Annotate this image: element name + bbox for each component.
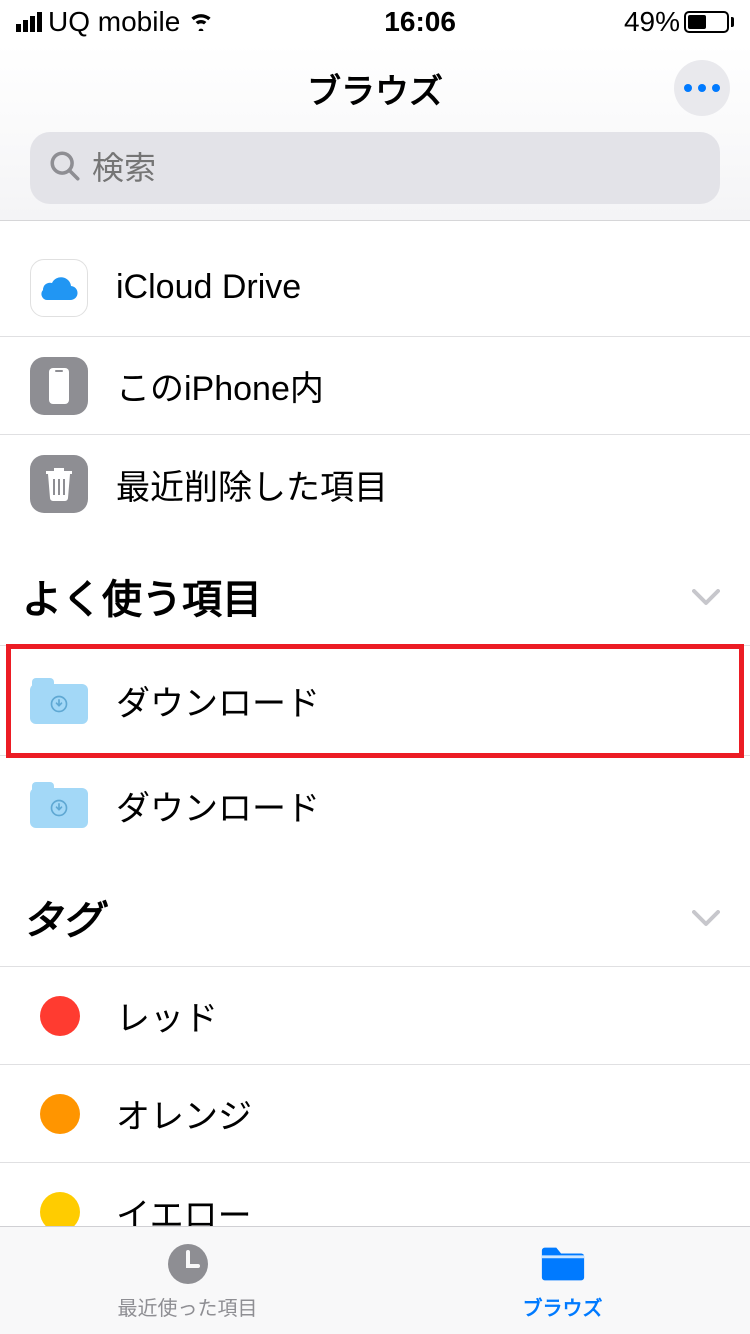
status-right: 49% [624,6,734,38]
tab-label: 最近使った項目 [118,1292,258,1321]
battery-percent: 49% [624,6,680,38]
location-on-iphone[interactable]: このiPhone内 [0,337,750,435]
tag-color-dot [40,1192,80,1226]
location-label: 最近削除した項目 [116,460,388,509]
cellular-signal-icon [16,12,42,32]
header: ブラウズ [0,44,750,221]
page-title: ブラウズ [307,64,443,113]
tag-label: イエロー [116,1188,252,1227]
wifi-icon [186,6,216,38]
status-left: UQ mobile [16,6,216,38]
tag-yellow[interactable]: イエロー [0,1163,750,1226]
tag-orange[interactable]: オレンジ [0,1065,750,1163]
tab-recents[interactable]: 最近使った項目 [0,1227,375,1334]
section-header-favorites[interactable]: よく使う項目 [0,533,750,646]
favorite-downloads[interactable]: ダウンロード [0,646,750,756]
tag-label: レッド [116,991,218,1040]
more-dots-icon [684,84,692,92]
tag-label: オレンジ [116,1089,252,1138]
favorite-label: ダウンロード [116,676,320,725]
folder-download-icon [30,782,88,828]
carrier-label: UQ mobile [48,6,180,38]
tag-color-dot [40,996,80,1036]
chevron-down-icon [692,899,720,936]
battery-icon [684,11,734,33]
section-title: タグ [22,888,102,946]
clock: 16:06 [384,6,456,38]
tag-red[interactable]: レッド [0,967,750,1065]
location-label: このiPhone内 [116,361,324,410]
folder-icon [539,1240,587,1288]
status-bar: UQ mobile 16:06 49% [0,0,750,44]
tab-label: ブラウズ [523,1292,603,1321]
search-icon [48,149,82,188]
tab-bar: 最近使った項目 ブラウズ [0,1226,750,1334]
iphone-icon [30,357,88,415]
favorite-downloads[interactable]: ダウンロード [0,756,750,854]
trash-icon [30,455,88,513]
tag-color-dot [40,1094,80,1134]
search-input[interactable] [92,150,702,187]
more-button[interactable] [674,60,730,116]
chevron-down-icon [692,578,720,615]
section-header-tags[interactable]: タグ [0,854,750,967]
icloud-icon [30,259,88,317]
section-title: よく使う項目 [22,567,262,625]
location-icloud-drive[interactable]: iCloud Drive [0,239,750,337]
content: iCloud Drive このiPhone内 最近削除した項目 よく使う項目 [0,221,750,1226]
search-bar[interactable] [30,132,720,204]
folder-download-icon [30,678,88,724]
clock-icon [164,1240,212,1288]
tab-browse[interactable]: ブラウズ [375,1227,750,1334]
location-label: iCloud Drive [116,268,301,307]
location-recently-deleted[interactable]: 最近削除した項目 [0,435,750,533]
favorite-label: ダウンロード [116,781,320,830]
